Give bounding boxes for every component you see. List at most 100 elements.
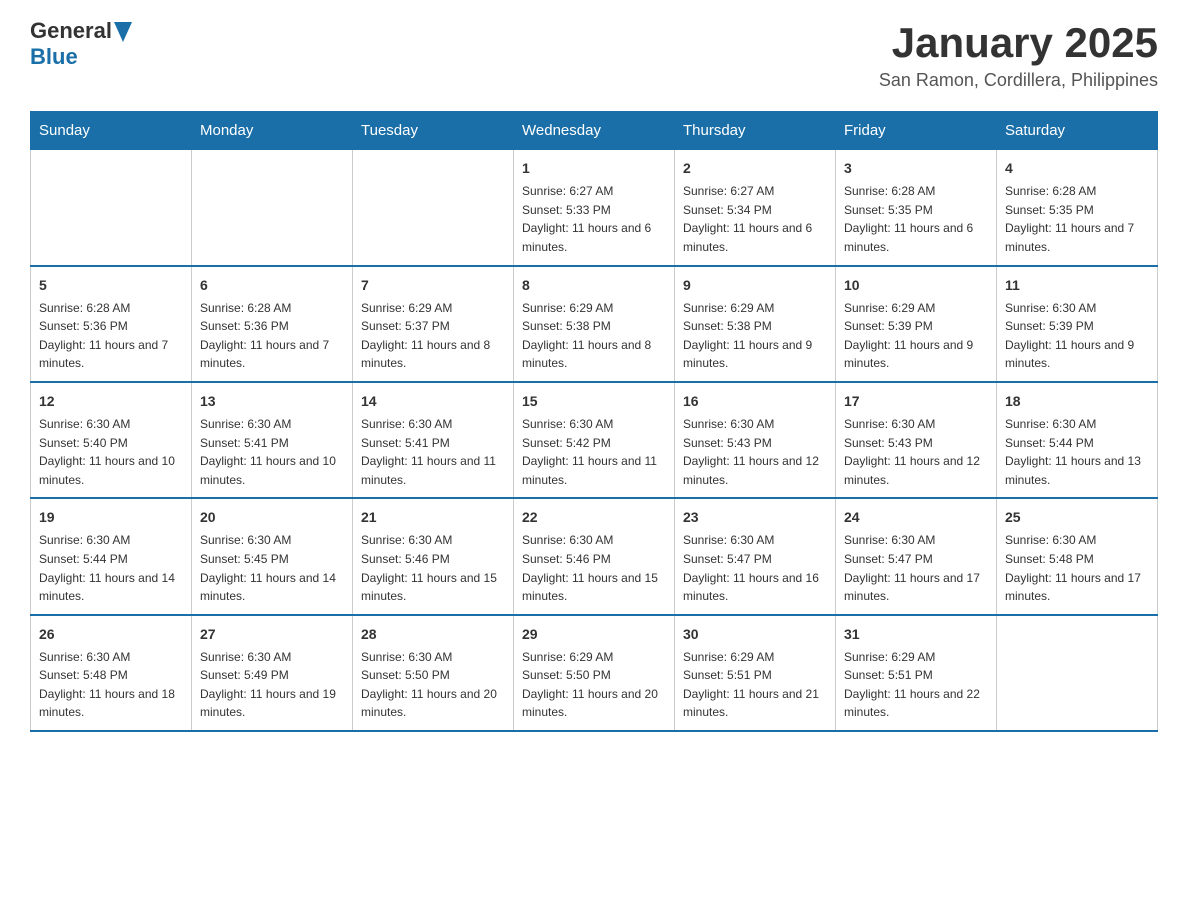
day-number: 27 bbox=[200, 624, 344, 645]
logo-blue: Blue bbox=[30, 44, 78, 69]
header-day-thursday: Thursday bbox=[675, 112, 836, 150]
day-number: 10 bbox=[844, 275, 988, 296]
day-info: Sunrise: 6:30 AM Sunset: 5:42 PM Dayligh… bbox=[522, 415, 666, 489]
calendar-cell: 2 Sunrise: 6:27 AM Sunset: 5:34 PM Daylig… bbox=[675, 150, 836, 266]
calendar-cell: 1Sunrise: 6:27 AM Sunset: 5:33 PM Daylig… bbox=[514, 150, 675, 266]
day-number: 14 bbox=[361, 391, 505, 412]
header-day-sunday: Sunday bbox=[31, 112, 192, 150]
calendar-body: 1Sunrise: 6:27 AM Sunset: 5:33 PM Daylig… bbox=[31, 150, 1158, 731]
calendar-cell: 31 Sunrise: 6:29 AM Sunset: 5:51 PM Dayli… bbox=[836, 615, 997, 731]
week-row-5: 26 Sunrise: 6:30 AM Sunset: 5:48 PM Dayli… bbox=[31, 615, 1158, 731]
calendar-cell: 30Sunrise: 6:29 AM Sunset: 5:51 PM Dayli… bbox=[675, 615, 836, 731]
day-info: Sunrise: 6:30 AM Sunset: 5:41 PM Dayligh… bbox=[200, 415, 344, 489]
calendar-cell bbox=[192, 150, 353, 266]
day-number: 30 bbox=[683, 624, 827, 645]
page-header: General Blue January 2025 San Ramon, Cor… bbox=[30, 20, 1158, 91]
day-info: Sunrise: 6:29 AM Sunset: 5:38 PM Dayligh… bbox=[522, 299, 666, 373]
calendar-table: SundayMondayTuesdayWednesdayThursdayFrid… bbox=[30, 111, 1158, 732]
calendar-cell: 9 Sunrise: 6:29 AM Sunset: 5:38 PM Daylig… bbox=[675, 266, 836, 382]
day-info: Sunrise: 6:28 AM Sunset: 5:36 PM Dayligh… bbox=[200, 299, 344, 373]
calendar-cell bbox=[31, 150, 192, 266]
calendar-cell: 19Sunrise: 6:30 AM Sunset: 5:44 PM Dayli… bbox=[31, 498, 192, 614]
calendar-cell: 13 Sunrise: 6:30 AM Sunset: 5:41 PM Dayli… bbox=[192, 382, 353, 498]
day-number: 29 bbox=[522, 624, 666, 645]
day-number: 6 bbox=[200, 275, 344, 296]
day-info: Sunrise: 6:30 AM Sunset: 5:45 PM Dayligh… bbox=[200, 531, 344, 605]
calendar-cell: 26 Sunrise: 6:30 AM Sunset: 5:48 PM Dayli… bbox=[31, 615, 192, 731]
day-info: Sunrise: 6:30 AM Sunset: 5:47 PM Dayligh… bbox=[844, 531, 988, 605]
day-info: Sunrise: 6:29 AM Sunset: 5:38 PM Dayligh… bbox=[683, 299, 827, 373]
header-row: SundayMondayTuesdayWednesdayThursdayFrid… bbox=[31, 112, 1158, 150]
day-number: 24 bbox=[844, 507, 988, 528]
day-info: Sunrise: 6:30 AM Sunset: 5:39 PM Dayligh… bbox=[1005, 299, 1149, 373]
day-number: 13 bbox=[200, 391, 344, 412]
day-number: 18 bbox=[1005, 391, 1149, 412]
day-info: Sunrise: 6:29 AM Sunset: 5:51 PM Dayligh… bbox=[844, 648, 988, 722]
month-title: January 2025 bbox=[879, 20, 1158, 66]
day-info: Sunrise: 6:28 AM Sunset: 5:36 PM Dayligh… bbox=[39, 299, 183, 373]
week-row-4: 19Sunrise: 6:30 AM Sunset: 5:44 PM Dayli… bbox=[31, 498, 1158, 614]
calendar-cell: 6 Sunrise: 6:28 AM Sunset: 5:36 PM Daylig… bbox=[192, 266, 353, 382]
day-info: Sunrise: 6:28 AM Sunset: 5:35 PM Dayligh… bbox=[844, 182, 988, 256]
week-row-2: 5 Sunrise: 6:28 AM Sunset: 5:36 PM Daylig… bbox=[31, 266, 1158, 382]
calendar-cell: 28 Sunrise: 6:30 AM Sunset: 5:50 PM Dayli… bbox=[353, 615, 514, 731]
day-number: 26 bbox=[39, 624, 183, 645]
calendar-cell: 18 Sunrise: 6:30 AM Sunset: 5:44 PM Dayli… bbox=[997, 382, 1158, 498]
day-number: 4 bbox=[1005, 158, 1149, 179]
day-number: 19 bbox=[39, 507, 183, 528]
header-day-saturday: Saturday bbox=[997, 112, 1158, 150]
calendar-cell: 23Sunrise: 6:30 AM Sunset: 5:47 PM Dayli… bbox=[675, 498, 836, 614]
day-info: Sunrise: 6:30 AM Sunset: 5:50 PM Dayligh… bbox=[361, 648, 505, 722]
day-info: Sunrise: 6:30 AM Sunset: 5:40 PM Dayligh… bbox=[39, 415, 183, 489]
day-number: 7 bbox=[361, 275, 505, 296]
day-info: Sunrise: 6:30 AM Sunset: 5:49 PM Dayligh… bbox=[200, 648, 344, 722]
calendar-cell: 11Sunrise: 6:30 AM Sunset: 5:39 PM Dayli… bbox=[997, 266, 1158, 382]
day-number: 31 bbox=[844, 624, 988, 645]
calendar-cell: 22Sunrise: 6:30 AM Sunset: 5:46 PM Dayli… bbox=[514, 498, 675, 614]
day-info: Sunrise: 6:30 AM Sunset: 5:44 PM Dayligh… bbox=[1005, 415, 1149, 489]
day-info: Sunrise: 6:30 AM Sunset: 5:41 PM Dayligh… bbox=[361, 415, 505, 489]
day-number: 25 bbox=[1005, 507, 1149, 528]
logo-general: General bbox=[30, 18, 112, 43]
day-number: 22 bbox=[522, 507, 666, 528]
day-number: 16 bbox=[683, 391, 827, 412]
calendar-cell: 7Sunrise: 6:29 AM Sunset: 5:37 PM Daylig… bbox=[353, 266, 514, 382]
calendar-cell bbox=[997, 615, 1158, 731]
calendar-cell: 15 Sunrise: 6:30 AM Sunset: 5:42 PM Dayli… bbox=[514, 382, 675, 498]
day-number: 2 bbox=[683, 158, 827, 179]
calendar-cell: 20Sunrise: 6:30 AM Sunset: 5:45 PM Dayli… bbox=[192, 498, 353, 614]
day-info: Sunrise: 6:30 AM Sunset: 5:43 PM Dayligh… bbox=[683, 415, 827, 489]
day-info: Sunrise: 6:30 AM Sunset: 5:48 PM Dayligh… bbox=[39, 648, 183, 722]
day-number: 28 bbox=[361, 624, 505, 645]
calendar-header: SundayMondayTuesdayWednesdayThursdayFrid… bbox=[31, 112, 1158, 150]
day-number: 8 bbox=[522, 275, 666, 296]
calendar-cell: 29 Sunrise: 6:29 AM Sunset: 5:50 PM Dayli… bbox=[514, 615, 675, 731]
header-day-tuesday: Tuesday bbox=[353, 112, 514, 150]
day-number: 5 bbox=[39, 275, 183, 296]
calendar-cell: 16 Sunrise: 6:30 AM Sunset: 5:43 PM Dayli… bbox=[675, 382, 836, 498]
day-number: 15 bbox=[522, 391, 666, 412]
calendar-cell: 27 Sunrise: 6:30 AM Sunset: 5:49 PM Dayli… bbox=[192, 615, 353, 731]
day-info: Sunrise: 6:30 AM Sunset: 5:43 PM Dayligh… bbox=[844, 415, 988, 489]
calendar-cell: 3Sunrise: 6:28 AM Sunset: 5:35 PM Daylig… bbox=[836, 150, 997, 266]
day-number: 9 bbox=[683, 275, 827, 296]
calendar-cell: 25 Sunrise: 6:30 AM Sunset: 5:48 PM Dayli… bbox=[997, 498, 1158, 614]
calendar-cell: 8 Sunrise: 6:29 AM Sunset: 5:38 PM Daylig… bbox=[514, 266, 675, 382]
week-row-3: 12 Sunrise: 6:30 AM Sunset: 5:40 PM Dayli… bbox=[31, 382, 1158, 498]
day-number: 17 bbox=[844, 391, 988, 412]
calendar-cell bbox=[353, 150, 514, 266]
day-info: Sunrise: 6:27 AM Sunset: 5:34 PM Dayligh… bbox=[683, 182, 827, 256]
title-section: January 2025 San Ramon, Cordillera, Phil… bbox=[879, 20, 1158, 91]
day-info: Sunrise: 6:30 AM Sunset: 5:47 PM Dayligh… bbox=[683, 531, 827, 605]
location: San Ramon, Cordillera, Philippines bbox=[879, 70, 1158, 91]
calendar-cell: 17 Sunrise: 6:30 AM Sunset: 5:43 PM Dayli… bbox=[836, 382, 997, 498]
calendar-cell: 24 Sunrise: 6:30 AM Sunset: 5:47 PM Dayli… bbox=[836, 498, 997, 614]
day-number: 12 bbox=[39, 391, 183, 412]
calendar-cell: 10Sunrise: 6:29 AM Sunset: 5:39 PM Dayli… bbox=[836, 266, 997, 382]
day-number: 21 bbox=[361, 507, 505, 528]
day-info: Sunrise: 6:29 AM Sunset: 5:50 PM Dayligh… bbox=[522, 648, 666, 722]
day-info: Sunrise: 6:27 AM Sunset: 5:33 PM Dayligh… bbox=[522, 182, 666, 256]
day-info: Sunrise: 6:28 AM Sunset: 5:35 PM Dayligh… bbox=[1005, 182, 1149, 256]
calendar-cell: 14 Sunrise: 6:30 AM Sunset: 5:41 PM Dayli… bbox=[353, 382, 514, 498]
day-info: Sunrise: 6:30 AM Sunset: 5:48 PM Dayligh… bbox=[1005, 531, 1149, 605]
